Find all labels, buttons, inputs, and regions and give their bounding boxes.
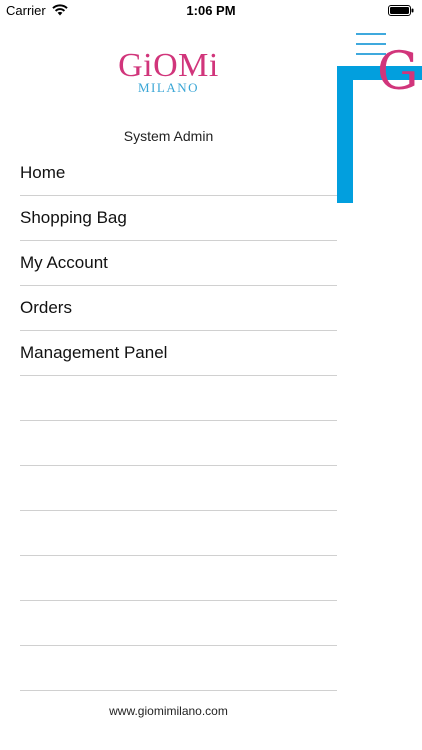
menu-item-shopping-bag[interactable]: Shopping Bag [20, 196, 337, 241]
menu-item-empty [20, 556, 337, 601]
menu-item-empty [20, 466, 337, 511]
battery-icon [388, 5, 414, 16]
brand-logo-name: GiOMi [118, 47, 219, 84]
main-logo-partial: G [377, 42, 419, 102]
menu-item-empty [20, 511, 337, 556]
menu-item-home[interactable]: Home [20, 151, 337, 196]
drawer-menu: Home Shopping Bag My Account Orders Mana… [20, 151, 337, 691]
footer-website-link[interactable]: www.giomimilano.com [0, 704, 337, 718]
menu-item-my-account[interactable]: My Account [20, 241, 337, 286]
brand-logo-subtitle: MILANO [138, 80, 199, 95]
menu-item-empty [20, 376, 337, 421]
wifi-icon [52, 4, 68, 16]
menu-item-empty [20, 601, 337, 646]
user-name: System Admin [123, 128, 214, 144]
menu-item-management-panel[interactable]: Management Panel [20, 331, 337, 376]
menu-item-empty [20, 646, 337, 691]
menu-item-empty [20, 421, 337, 466]
main-content-peek: G [337, 22, 422, 750]
brand-logo: GiOMi MILANO [0, 48, 337, 96]
carrier-label: Carrier [6, 3, 46, 18]
status-bar: Carrier 1:06 PM [0, 0, 422, 22]
side-drawer: GiOMi MILANO System Admin Home Shopping … [0, 22, 337, 750]
menu-item-orders[interactable]: Orders [20, 286, 337, 331]
